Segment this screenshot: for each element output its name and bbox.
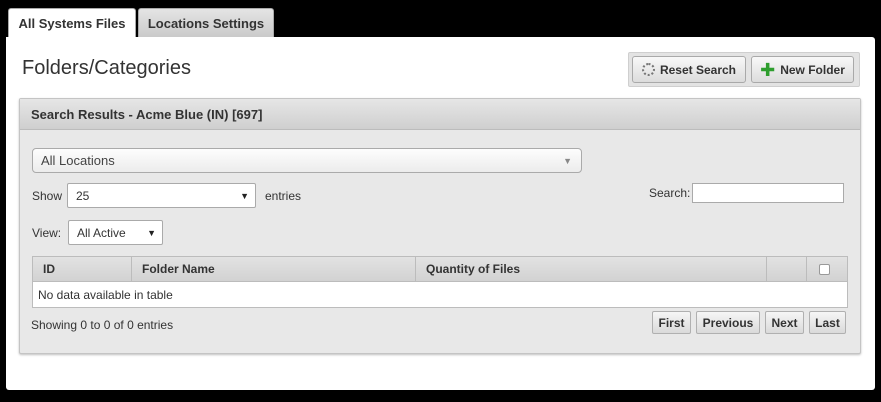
column-folder-name-label: Folder Name [142, 262, 215, 276]
caret-down-icon: ▼ [240, 191, 249, 201]
empty-table-message: No data available in table [38, 287, 173, 302]
column-id[interactable]: ID [33, 257, 132, 281]
tab-locations-settings[interactable]: Locations Settings [138, 8, 274, 38]
pagination-next[interactable]: Next [765, 311, 804, 334]
tab-all-systems-files[interactable]: All Systems Files [8, 8, 136, 38]
caret-down-icon: ▼ [147, 228, 156, 238]
table-header: ID Folder Name Quantity of Files [33, 257, 847, 282]
table-info: Showing 0 to 0 of 0 entries [31, 318, 174, 332]
search-label: Search: [649, 186, 691, 200]
entries-label: entries [265, 189, 302, 203]
new-folder-button[interactable]: ✚ New Folder [751, 56, 854, 83]
main-panel: Folders/Categories Reset Search ✚ New Fo… [6, 37, 875, 390]
page-title: Folders/Categories [22, 57, 191, 79]
view-select-value: All Active [77, 225, 126, 240]
column-blank [767, 257, 807, 281]
column-id-label: ID [43, 262, 55, 276]
pagination-last[interactable]: Last [809, 311, 846, 334]
location-select[interactable]: All Locations ▼ [32, 148, 582, 173]
column-quantity-of-files[interactable]: Quantity of Files [416, 257, 767, 281]
new-folder-label: New Folder [780, 62, 845, 77]
location-select-value: All Locations [41, 153, 115, 168]
plus-icon: ✚ [760, 59, 776, 80]
caret-down-icon: ▼ [563, 156, 572, 166]
tab-bar: All Systems Files Locations Settings [8, 8, 274, 38]
gear-icon [641, 63, 655, 76]
show-label: Show [32, 189, 63, 203]
table-row: No data available in table [33, 282, 847, 307]
column-quantity-label: Quantity of Files [426, 262, 521, 276]
folders-table: ID Folder Name Quantity of Files No data… [32, 256, 848, 308]
view-label: View: [32, 226, 62, 240]
toolbar: Reset Search ✚ New Folder [628, 52, 860, 87]
entries-select[interactable]: 25 ▼ [67, 183, 256, 208]
reset-search-button[interactable]: Reset Search [632, 56, 746, 83]
column-folder-name[interactable]: Folder Name [132, 257, 416, 281]
entries-select-value: 25 [76, 188, 90, 203]
pagination-previous[interactable]: Previous [696, 311, 760, 334]
select-all-checkbox[interactable] [819, 263, 830, 275]
column-select-all [807, 257, 847, 281]
results-header: Search Results - Acme Blue (IN) [697] [20, 99, 860, 130]
reset-search-label: Reset Search [659, 62, 737, 77]
search-input[interactable] [692, 183, 844, 203]
view-select[interactable]: All Active ▼ [68, 220, 163, 245]
search-results-box: Search Results - Acme Blue (IN) [697] Al… [19, 98, 861, 354]
pagination-first[interactable]: First [652, 311, 691, 334]
